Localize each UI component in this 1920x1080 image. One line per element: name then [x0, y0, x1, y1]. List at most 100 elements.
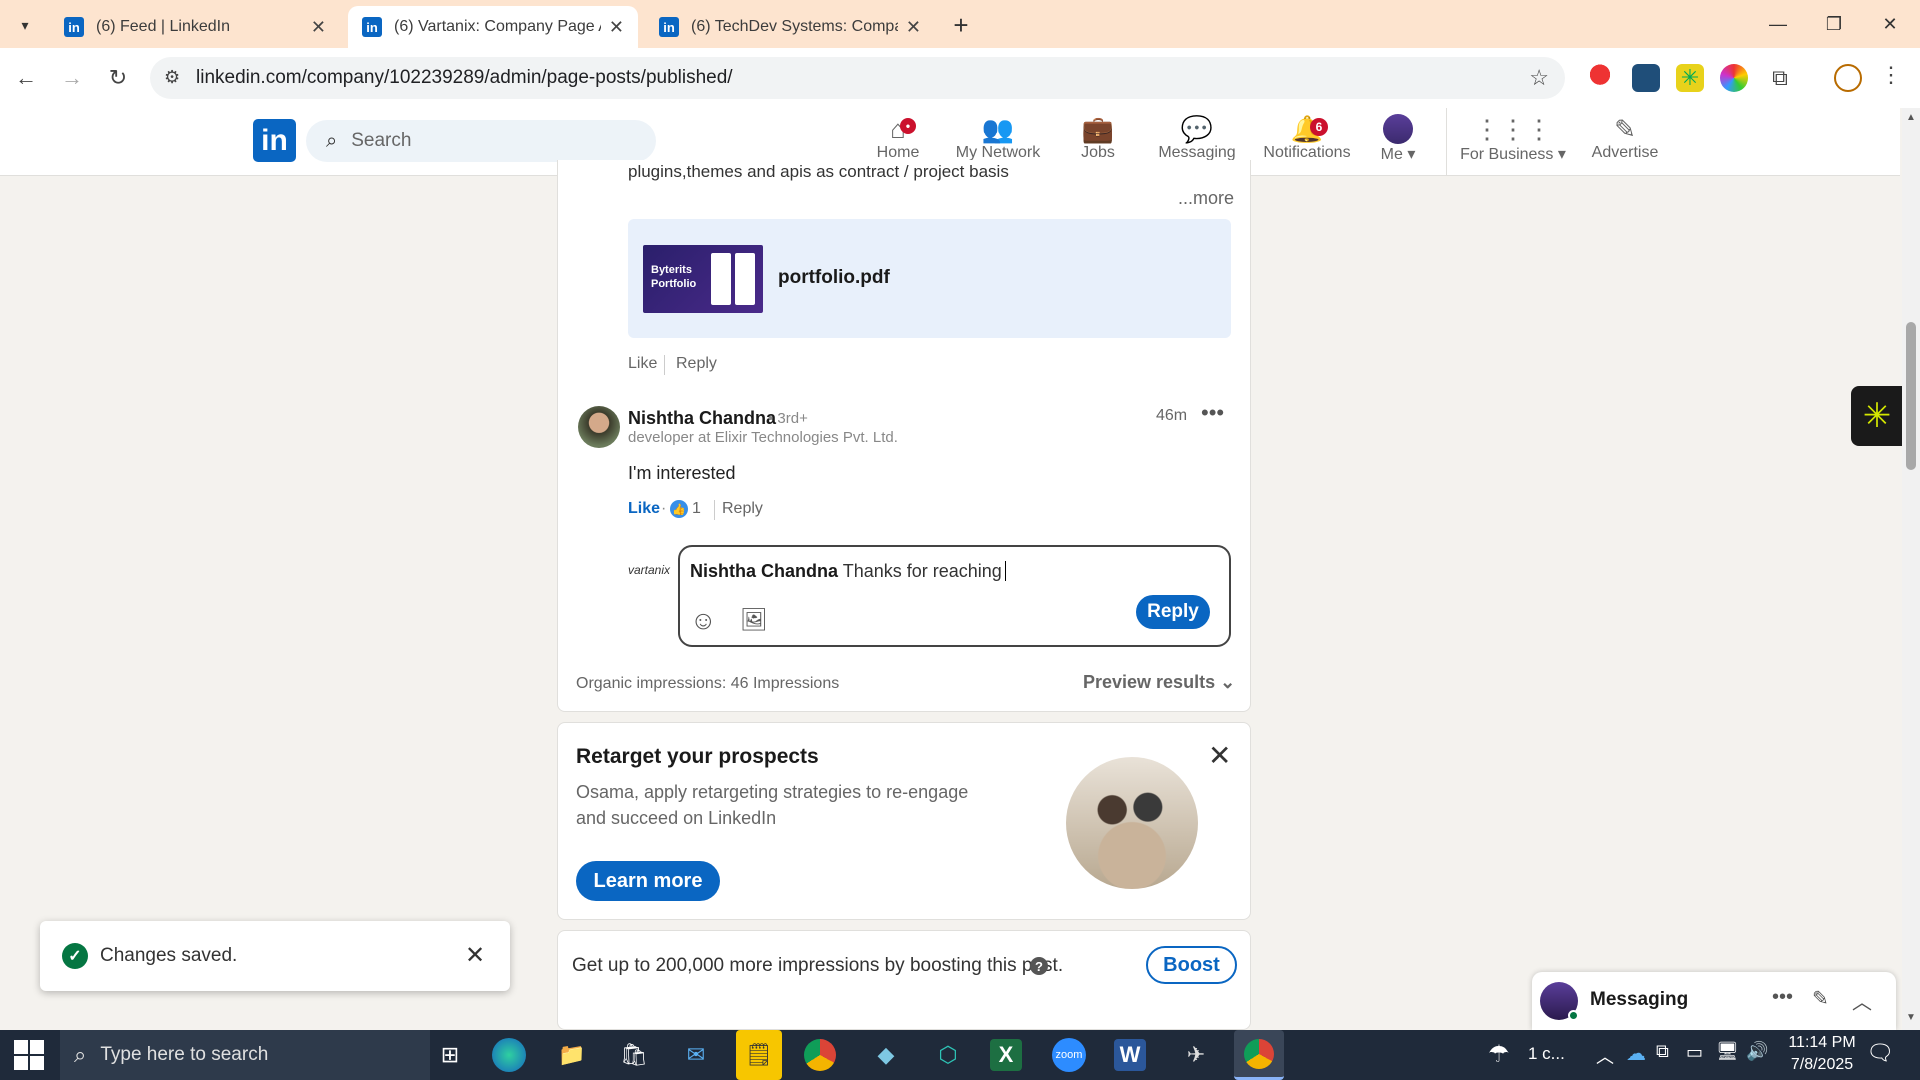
extension-icon[interactable]: ✳ — [1676, 64, 1704, 92]
profile-icon[interactable] — [1834, 64, 1862, 92]
taskbar-search-input[interactable]: ⌕ Type here to search — [60, 1030, 430, 1080]
commenter-name[interactable]: Nishtha Chandna — [628, 408, 776, 429]
tray-chevron-up-icon[interactable]: ︿ — [1596, 1043, 1614, 1069]
messaging-dock[interactable]: Messaging ••• ✎ ︿ — [1532, 972, 1896, 1030]
text-cursor — [1004, 561, 1006, 581]
like-button[interactable]: Like — [628, 500, 660, 518]
preview-results-toggle[interactable]: Preview results ⌄ — [1083, 672, 1235, 693]
nav-me[interactable]: Me ▾ — [1372, 114, 1424, 174]
linkedin-favicon-icon: in — [659, 17, 679, 37]
see-more-link[interactable]: ...more — [1178, 188, 1234, 209]
onedrive-icon[interactable]: ☁ — [1626, 1041, 1646, 1066]
mail-icon[interactable]: ✉ — [676, 1035, 716, 1075]
chrome-menu-icon[interactable]: ⋮ — [1880, 62, 1902, 88]
puzzle-extensions-icon[interactable]: ⧉ — [1766, 64, 1794, 92]
store-icon[interactable]: 🛍 — [614, 1035, 654, 1075]
scrollbar-down-arrow[interactable]: ▼ — [1906, 1012, 1916, 1023]
browser-tab-vartanix[interactable]: in (6) Vartanix: Company Page Ad ✕ — [348, 6, 638, 48]
close-tab-icon[interactable]: ✕ — [906, 17, 921, 38]
browser-tab-techdev[interactable]: in (6) TechDev Systems: Company ✕ — [645, 6, 935, 48]
chevron-up-icon[interactable]: ︿ — [1852, 986, 1872, 1015]
tab-search-button[interactable]: ▾ — [10, 10, 40, 40]
attachment-thumbnail: Byterits Portfolio — [643, 245, 763, 313]
forward-icon[interactable]: → — [54, 60, 90, 96]
linkedin-favicon-icon: in — [362, 17, 382, 37]
address-bar[interactable]: ⚙ linkedin.com/company/102239289/admin/p… — [150, 57, 1565, 99]
linkedin-logo-icon[interactable]: in — [253, 119, 296, 162]
scrollbar-thumb[interactable] — [1906, 322, 1916, 470]
nav-notifications[interactable]: 🔔 Notifications 6 — [1254, 114, 1360, 174]
back-icon[interactable]: ← — [8, 60, 44, 96]
commenter-avatar[interactable] — [578, 406, 620, 448]
more-options-icon[interactable]: ••• — [1201, 400, 1224, 426]
close-window-icon[interactable]: ✕ — [1862, 0, 1918, 48]
reply-submit-button[interactable]: Reply — [1136, 595, 1210, 629]
more-options-icon[interactable]: ••• — [1772, 986, 1793, 1009]
network-icon[interactable]: 🖥 — [1716, 1041, 1739, 1062]
page-scrollbar[interactable]: ▲ ▼ — [1902, 108, 1920, 1030]
attachment-card[interactable]: Byterits Portfolio portfolio.pdf — [628, 219, 1231, 338]
extension-icon[interactable] — [1720, 64, 1748, 92]
new-tab-button[interactable]: + — [944, 8, 978, 42]
edge-icon[interactable] — [492, 1038, 526, 1072]
word-icon[interactable]: W — [1114, 1039, 1146, 1071]
floating-extension-icon[interactable]: ✳ — [1851, 386, 1903, 446]
sticky-notes-icon[interactable]: 🗒 — [736, 1030, 782, 1080]
reply-button[interactable]: Reply — [722, 500, 763, 518]
notifications-badge: 6 — [1310, 118, 1328, 136]
excel-icon[interactable]: X — [990, 1039, 1022, 1071]
success-check-icon: ✓ — [62, 943, 88, 969]
weather-text[interactable]: 1 c... — [1528, 1044, 1565, 1064]
file-explorer-icon[interactable]: 📁 — [552, 1035, 592, 1075]
commenter-headline: developer at Elixir Technologies Pvt. Lt… — [628, 429, 898, 446]
app-icon[interactable]: ✈ — [1176, 1035, 1216, 1075]
volume-icon[interactable]: 🔊 — [1746, 1041, 1768, 1062]
close-icon[interactable]: ✕ — [1208, 739, 1231, 772]
advertise-icon: ✎ — [1614, 114, 1636, 144]
tray-app-icon[interactable]: ⧉ — [1656, 1041, 1669, 1062]
reply-button[interactable]: Reply — [676, 355, 717, 373]
chrome-active-icon[interactable] — [1234, 1030, 1284, 1080]
boost-button[interactable]: Boost — [1146, 946, 1237, 984]
online-status-dot — [1568, 1010, 1579, 1021]
reload-icon[interactable]: ↻ — [100, 60, 136, 96]
reaction-count[interactable]: 1 — [692, 500, 701, 518]
zoom-icon[interactable]: zoom — [1052, 1038, 1086, 1072]
image-icon[interactable]: 🖼 — [740, 607, 768, 633]
toast-notification: ✓ Changes saved. ✕ — [40, 921, 510, 991]
close-icon[interactable]: ✕ — [465, 941, 485, 970]
weather-icon[interactable]: ☂ — [1488, 1040, 1510, 1069]
browser-tab-feed[interactable]: in (6) Feed | LinkedIn ✕ — [50, 6, 340, 48]
clock-time[interactable]: 11:14 PM — [1782, 1034, 1862, 1052]
action-center-icon[interactable]: 🗨 — [1866, 1040, 1894, 1066]
app-icon[interactable]: ◆ — [866, 1035, 906, 1075]
clock-date[interactable]: 7/8/2025 — [1782, 1056, 1862, 1074]
scrollbar-up-arrow[interactable]: ▲ — [1906, 112, 1916, 123]
minimize-icon[interactable]: — — [1750, 0, 1806, 48]
chrome-icon[interactable] — [804, 1039, 836, 1071]
extension-icon[interactable] — [1632, 64, 1660, 92]
reply-editor[interactable]: Nishtha Chandna Thanks for reaching ☺ 🖼 … — [678, 545, 1231, 647]
post-comments-card: plugins,themes and apis as contract / pr… — [557, 160, 1251, 712]
site-info-icon[interactable]: ⚙ — [164, 67, 180, 88]
app-icon[interactable]: ⬡ — [928, 1035, 968, 1075]
task-view-icon[interactable]: ⊞ — [430, 1035, 470, 1075]
nav-for-business[interactable]: ⋮⋮⋮ For Business ▾ — [1458, 114, 1568, 174]
like-button[interactable]: Like — [628, 355, 657, 373]
organic-impressions: Organic impressions: 46 Impressions — [576, 675, 840, 692]
close-tab-icon[interactable]: ✕ — [609, 17, 624, 38]
pokeball-extension-icon[interactable] — [1586, 64, 1614, 92]
close-tab-icon[interactable]: ✕ — [311, 17, 326, 38]
learn-more-button[interactable]: Learn more — [576, 861, 720, 901]
nav-advertise[interactable]: ✎ Advertise — [1580, 114, 1670, 174]
emoji-icon[interactable]: ☺ — [690, 605, 717, 636]
boost-card: Get up to 200,000 more impressions by bo… — [557, 930, 1251, 1030]
search-input[interactable]: ⌕ Search — [306, 120, 656, 162]
help-icon[interactable]: ? — [1030, 957, 1048, 975]
restore-icon[interactable]: ❐ — [1806, 0, 1862, 48]
compose-icon[interactable]: ✎ — [1812, 986, 1829, 1011]
linkedin-favicon-icon: in — [64, 17, 84, 37]
bookmark-star-icon[interactable]: ☆ — [1529, 65, 1549, 91]
battery-icon[interactable]: ▭ — [1686, 1042, 1703, 1063]
windows-start-icon[interactable] — [14, 1040, 44, 1070]
